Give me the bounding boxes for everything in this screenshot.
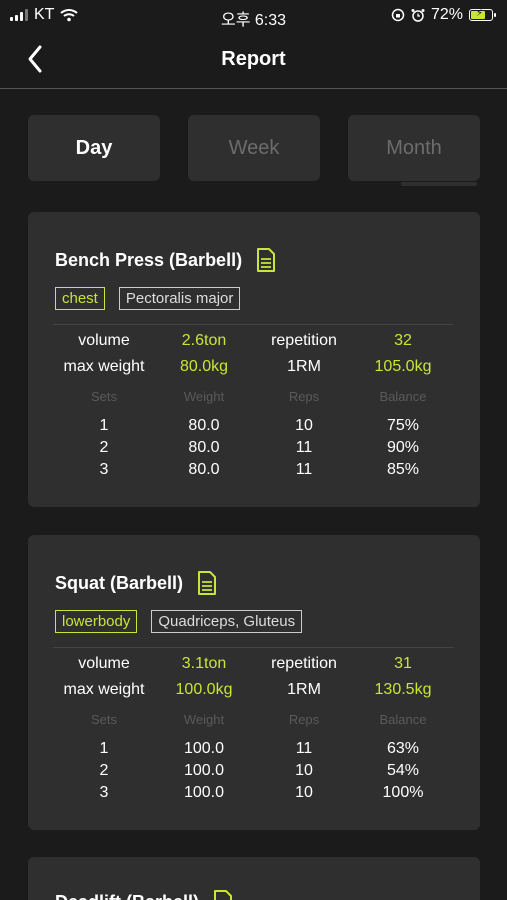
table-row: 3 80.0 11 85%	[28, 461, 480, 483]
reps-header: Reps	[288, 389, 320, 404]
volume-value: 2.6ton	[181, 332, 227, 349]
exercise-name: Bench Press (Barbell)	[55, 249, 243, 270]
exercise-title: Deadlift (Barbell)	[55, 890, 233, 900]
exercise-card[interactable]: Deadlift (Barbell)	[28, 857, 480, 900]
summary-row: volume 3.1ton repetition 31	[28, 655, 480, 677]
exercise-title: Bench Press (Barbell)	[55, 248, 276, 272]
set-weight: 100.0	[183, 784, 225, 801]
battery-icon: ⚡	[469, 8, 496, 21]
max-weight-value: 100.0kg	[175, 681, 233, 698]
muscle-tag: Quadriceps, Gluteus	[151, 610, 303, 633]
status-bar: KT 오후 6:33 72% ⚡	[0, 0, 507, 32]
alarm-icon	[411, 9, 425, 22]
sets-header: Sets	[90, 712, 117, 727]
divider	[53, 324, 453, 325]
exercise-card[interactable]: Squat (Barbell) lowerbody Quadriceps, Gl…	[28, 535, 480, 830]
rotation-lock-icon	[391, 8, 405, 22]
tab-week[interactable]: Week	[188, 115, 320, 181]
repetition-value: 32	[394, 332, 412, 349]
set-weight: 100.0	[183, 762, 225, 779]
set-balance: 90%	[386, 439, 420, 456]
status-right: 72% ⚡	[391, 6, 496, 24]
exercise-title: Squat (Barbell)	[55, 571, 217, 595]
document-icon[interactable]	[213, 890, 233, 900]
weight-header: Weight	[183, 389, 225, 404]
one-rm-label: 1RM	[287, 681, 321, 698]
document-icon[interactable]	[256, 248, 276, 272]
table-header: Sets Weight Reps Balance	[28, 389, 480, 411]
category-tag: lowerbody	[55, 610, 138, 633]
summary-row: max weight 80.0kg 1RM 105.0kg	[28, 358, 480, 380]
set-reps: 11	[295, 740, 313, 757]
one-rm-label: 1RM	[287, 358, 321, 375]
table-row: 2 100.0 10 54%	[28, 762, 480, 784]
tag-list: chest Pectoralis major	[55, 287, 241, 310]
set-weight: 100.0	[183, 740, 225, 757]
muscle-tag: Pectoralis major	[118, 287, 241, 310]
nav-header: Report	[0, 32, 507, 89]
set-balance: 63%	[386, 740, 420, 757]
set-reps: 11	[295, 461, 313, 478]
category-tag: chest	[55, 287, 105, 310]
exercise-name: Deadlift (Barbell)	[55, 892, 199, 900]
set-number: 3	[99, 784, 109, 801]
set-number: 3	[99, 461, 109, 478]
battery-percent: 72%	[430, 6, 463, 23]
volume-label: volume	[78, 332, 130, 349]
tab-month[interactable]: Month	[348, 115, 480, 181]
repetition-value: 31	[394, 655, 412, 672]
table-row: 1 100.0 11 63%	[28, 740, 480, 762]
repetition-label: repetition	[271, 655, 337, 672]
summary-row: volume 2.6ton repetition 32	[28, 332, 480, 354]
exercise-card[interactable]: Bench Press (Barbell) chest Pectoralis m…	[28, 212, 480, 507]
repetition-label: repetition	[271, 332, 337, 349]
page-title: Report	[221, 48, 286, 70]
table-row: 3 100.0 10 100%	[28, 784, 480, 806]
one-rm-value: 105.0kg	[374, 358, 432, 375]
volume-value: 3.1ton	[181, 655, 227, 672]
max-weight-value: 80.0kg	[179, 358, 229, 375]
set-balance: 85%	[386, 461, 420, 478]
set-reps: 10	[295, 784, 313, 801]
set-balance: 75%	[386, 417, 420, 434]
set-weight: 80.0	[188, 417, 220, 434]
set-weight: 80.0	[188, 461, 220, 478]
set-balance: 54%	[386, 762, 420, 779]
set-number: 2	[99, 439, 109, 456]
document-icon[interactable]	[197, 571, 217, 595]
balance-header: Balance	[379, 712, 427, 727]
one-rm-value: 130.5kg	[374, 681, 432, 698]
divider	[53, 647, 453, 648]
tab-day[interactable]: Day	[28, 115, 160, 181]
set-reps: 10	[295, 417, 313, 434]
set-balance: 100%	[382, 784, 424, 801]
set-number: 1	[99, 417, 109, 434]
exercise-name: Squat (Barbell)	[55, 572, 184, 593]
table-header: Sets Weight Reps Balance	[28, 712, 480, 734]
tag-list: lowerbody Quadriceps, Gluteus	[55, 610, 303, 633]
reps-header: Reps	[288, 712, 320, 727]
max-weight-label: max weight	[63, 681, 145, 698]
tab-indicator	[401, 182, 477, 186]
set-reps: 10	[295, 762, 313, 779]
set-number: 1	[99, 740, 109, 757]
balance-header: Balance	[379, 389, 427, 404]
weight-header: Weight	[183, 712, 225, 727]
max-weight-label: max weight	[63, 358, 145, 375]
volume-label: volume	[78, 655, 130, 672]
set-weight: 80.0	[188, 439, 220, 456]
summary-row: max weight 100.0kg 1RM 130.5kg	[28, 681, 480, 703]
set-reps: 11	[295, 439, 313, 456]
table-row: 2 80.0 11 90%	[28, 439, 480, 461]
table-row: 1 80.0 10 75%	[28, 417, 480, 439]
sets-header: Sets	[90, 389, 117, 404]
set-number: 2	[99, 762, 109, 779]
